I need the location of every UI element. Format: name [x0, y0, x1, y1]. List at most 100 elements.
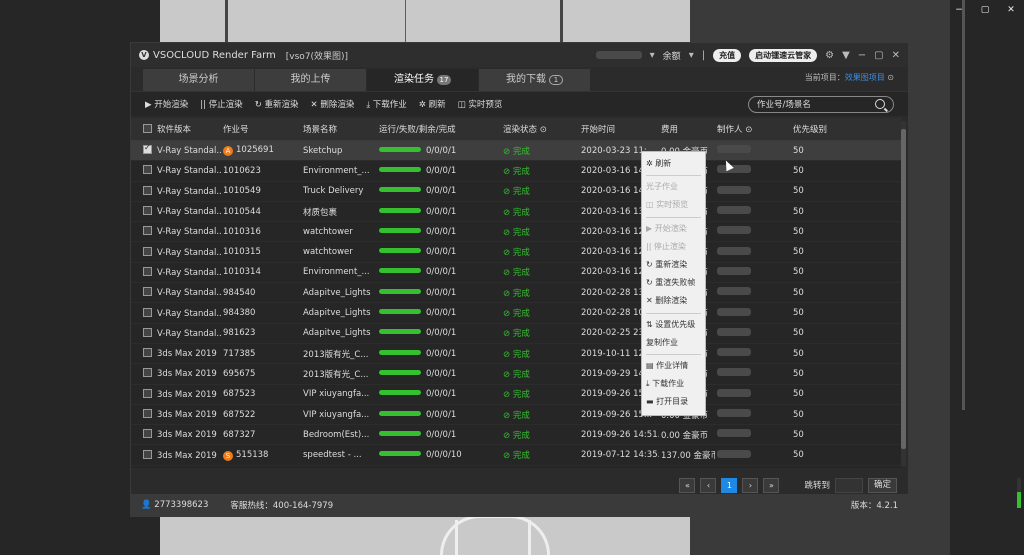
next-page-button[interactable]: ›	[742, 477, 759, 493]
table-row[interactable]: V-Ray Standal...A1025691Sketchup0/0/0/1⊘…	[131, 141, 902, 162]
row-checkbox[interactable]	[143, 165, 152, 175]
row-checkbox[interactable]	[143, 266, 152, 276]
table-row[interactable]: V-Ray Standal... 1010316 watchtower 0/0/0/1…	[131, 222, 902, 243]
col-scene-name[interactable]: 场景名称	[301, 123, 377, 135]
col-fee[interactable]: 费用	[659, 123, 715, 135]
row-checkbox[interactable]	[143, 388, 152, 398]
table-row[interactable]: 3ds Max 2019 695675 2013版有光_C... 0/0/0/1 ⊘ 完…	[131, 364, 902, 385]
table-row[interactable]: 3ds Max 2019 687327 Bedroom(Est)... 0/0/0/1…	[131, 425, 902, 446]
row-checkbox[interactable]	[143, 185, 152, 195]
search-input[interactable]: 作业号/场景名	[748, 95, 894, 113]
project-label: [vso7(效果图)]	[285, 51, 349, 62]
context-menu-item[interactable]: ↻ 重渲失败帧	[642, 274, 705, 292]
recharge-button[interactable]: 充值	[713, 48, 742, 62]
row-checkbox[interactable]	[143, 327, 152, 337]
menu-icon[interactable]: ▼	[842, 50, 850, 61]
rerender-button[interactable]: ↻ 重新渲染	[255, 98, 299, 110]
col-progress[interactable]: 运行/失败/剩余/完成	[377, 123, 501, 135]
table-row[interactable]: 3ds Max 2019 687523 VIP xiuyangfa... 0/0/0/…	[131, 385, 902, 405]
table-row[interactable]: 3ds Max 2019 S 515138 speedtest - ... 0/0/0/…	[131, 445, 902, 466]
row-checkbox[interactable]	[143, 226, 152, 236]
context-menu-item[interactable]: ⤓ 下载作业	[642, 375, 705, 393]
table-row[interactable]: 3ds Max 2019 687522 VIP xiuyangfa... 0/0/0/…	[131, 405, 902, 426]
download-job-button[interactable]: ⤓ 下载作业	[366, 98, 406, 110]
context-menu-item[interactable]: ✲ 刷新	[642, 155, 705, 173]
vertical-scrollbar[interactable]	[901, 121, 906, 466]
tab-scene-analysis[interactable]: 场景分析	[143, 69, 255, 91]
cell-priority-text: 50	[793, 267, 804, 278]
table-row[interactable]: V-Ray Standal... 1010549 Truck Delivery 0/0…	[131, 182, 902, 202]
row-checkbox[interactable]	[143, 348, 152, 358]
row-checkbox[interactable]	[143, 429, 152, 439]
live-preview-button[interactable]: ◫ 实时预览	[458, 98, 503, 110]
settings-gear-icon[interactable]: ⚙	[825, 50, 834, 61]
tab-my-download[interactable]: 我的下载 1	[479, 69, 591, 91]
table-row[interactable]: V-Ray Standal... 1010623 Environment_... 0/…	[131, 161, 902, 182]
table-row[interactable]: V-Ray Standal... 1010315 watchtower 0/0/0/1…	[131, 242, 902, 263]
col-job-id[interactable]: 作业号	[221, 123, 301, 135]
minimize-icon[interactable]: −	[858, 50, 866, 61]
close-icon[interactable]: ✕	[892, 50, 900, 61]
account-name-blurred[interactable]	[595, 51, 642, 59]
context-menu-item[interactable]: ✕ 删除渲染	[642, 292, 705, 310]
start-render-button[interactable]: ▶ 开始渲染	[145, 98, 188, 110]
filter-icon[interactable]: ⊙	[743, 125, 752, 135]
row-checkbox[interactable]	[143, 307, 152, 317]
row-checkbox[interactable]	[143, 145, 152, 155]
chevron-down-icon[interactable]: ▾	[650, 50, 655, 61]
row-checkbox[interactable]	[143, 287, 152, 297]
table-row[interactable]: V-Ray Standal... 984380 Adapitve_Lights 0/0…	[131, 303, 902, 324]
first-page-button[interactable]: «	[679, 477, 696, 493]
last-page-button[interactable]: »	[763, 477, 780, 493]
col-software[interactable]: 软件版本	[131, 123, 221, 135]
scene-frame	[905, 0, 965, 410]
table-row[interactable]: V-Ray Standal... 981623 Adapitve_Lights 0/0…	[131, 324, 902, 344]
circle-arrow-icon[interactable]: ⊙	[887, 73, 894, 82]
context-menu-item[interactable]: ▤ 作业详情	[642, 357, 705, 375]
col-priority[interactable]: 优先级别	[791, 123, 861, 135]
table-row[interactable]: V-Ray Standal... 984540 Adapitve_Lights 0/0…	[131, 283, 902, 304]
cell-software: 3ds Max 2019	[131, 449, 221, 461]
cell-scene-name-text: watchtower	[303, 247, 353, 258]
row-checkbox[interactable]	[143, 246, 152, 256]
table-row[interactable]: V-Ray Standal... 1010544 材质包裹 0/0/0/1 ⊘ 完成 20…	[131, 202, 902, 223]
search-icon[interactable]	[875, 99, 885, 109]
col-start-time[interactable]: 开始时间	[579, 123, 659, 135]
goto-page-input[interactable]	[834, 477, 863, 493]
col-creator[interactable]: 制作人 ⊙	[715, 123, 791, 135]
context-menu-item[interactable]: ↻ 重新渲染	[642, 256, 705, 274]
maximize-icon[interactable]: ▢	[874, 50, 883, 61]
stop-render-button[interactable]: || 停止渲染	[200, 98, 242, 110]
table-row[interactable]: V-Ray Standal... 1010314 Environment_... 0/…	[131, 263, 902, 284]
chevron-down-icon[interactable]: ▾	[689, 50, 694, 61]
close-button[interactable]: ✕	[998, 3, 1024, 17]
row-checkbox[interactable]	[143, 449, 152, 459]
goto-ok-button[interactable]: 确定	[867, 477, 897, 493]
page-1-button[interactable]: 1	[721, 477, 738, 493]
balance-label[interactable]: 余额	[663, 49, 681, 62]
row-checkbox[interactable]	[143, 409, 152, 418]
scrollbar-thumb[interactable]	[901, 129, 906, 449]
minimize-button[interactable]: −	[946, 3, 972, 17]
col-status[interactable]: 渲染状态 ⊙	[501, 123, 579, 135]
select-all-checkbox[interactable]	[143, 124, 152, 133]
delete-render-button[interactable]: ✕ 删除渲染	[311, 98, 355, 110]
row-checkbox[interactable]	[143, 206, 152, 216]
tab-my-upload[interactable]: 我的上传	[255, 69, 367, 91]
cell-software: 3ds Max 2019	[131, 429, 221, 440]
filter-icon[interactable]: ⊙	[537, 125, 547, 135]
current-project-link[interactable]: 效果图项目	[845, 73, 885, 82]
tab-render-tasks[interactable]: 渲染任务 17	[367, 69, 479, 91]
context-menu-item[interactable]: 复制作业	[642, 334, 705, 352]
launch-manager-button[interactable]: 启动镭速云管家	[749, 48, 818, 62]
table-row[interactable]: 3ds Max 2019 717385 2013版有光_C... 0/0/0/1 ⊘ 完…	[131, 344, 902, 365]
cell-status-text: ⊘ 完成	[503, 369, 530, 380]
row-checkbox[interactable]	[143, 368, 152, 378]
cell-progress: 0/0/0/1	[377, 267, 501, 277]
context-menu-item[interactable]: ▬ 打开目录	[642, 393, 705, 411]
refresh-button[interactable]: ✲ 刷新	[419, 98, 446, 110]
context-menu-item[interactable]: ⇅ 设置优先级	[642, 316, 705, 334]
cell-job-id: S 515138	[221, 450, 301, 461]
prev-page-button[interactable]: ‹	[700, 477, 717, 493]
maximize-button[interactable]: ▢	[972, 3, 998, 17]
